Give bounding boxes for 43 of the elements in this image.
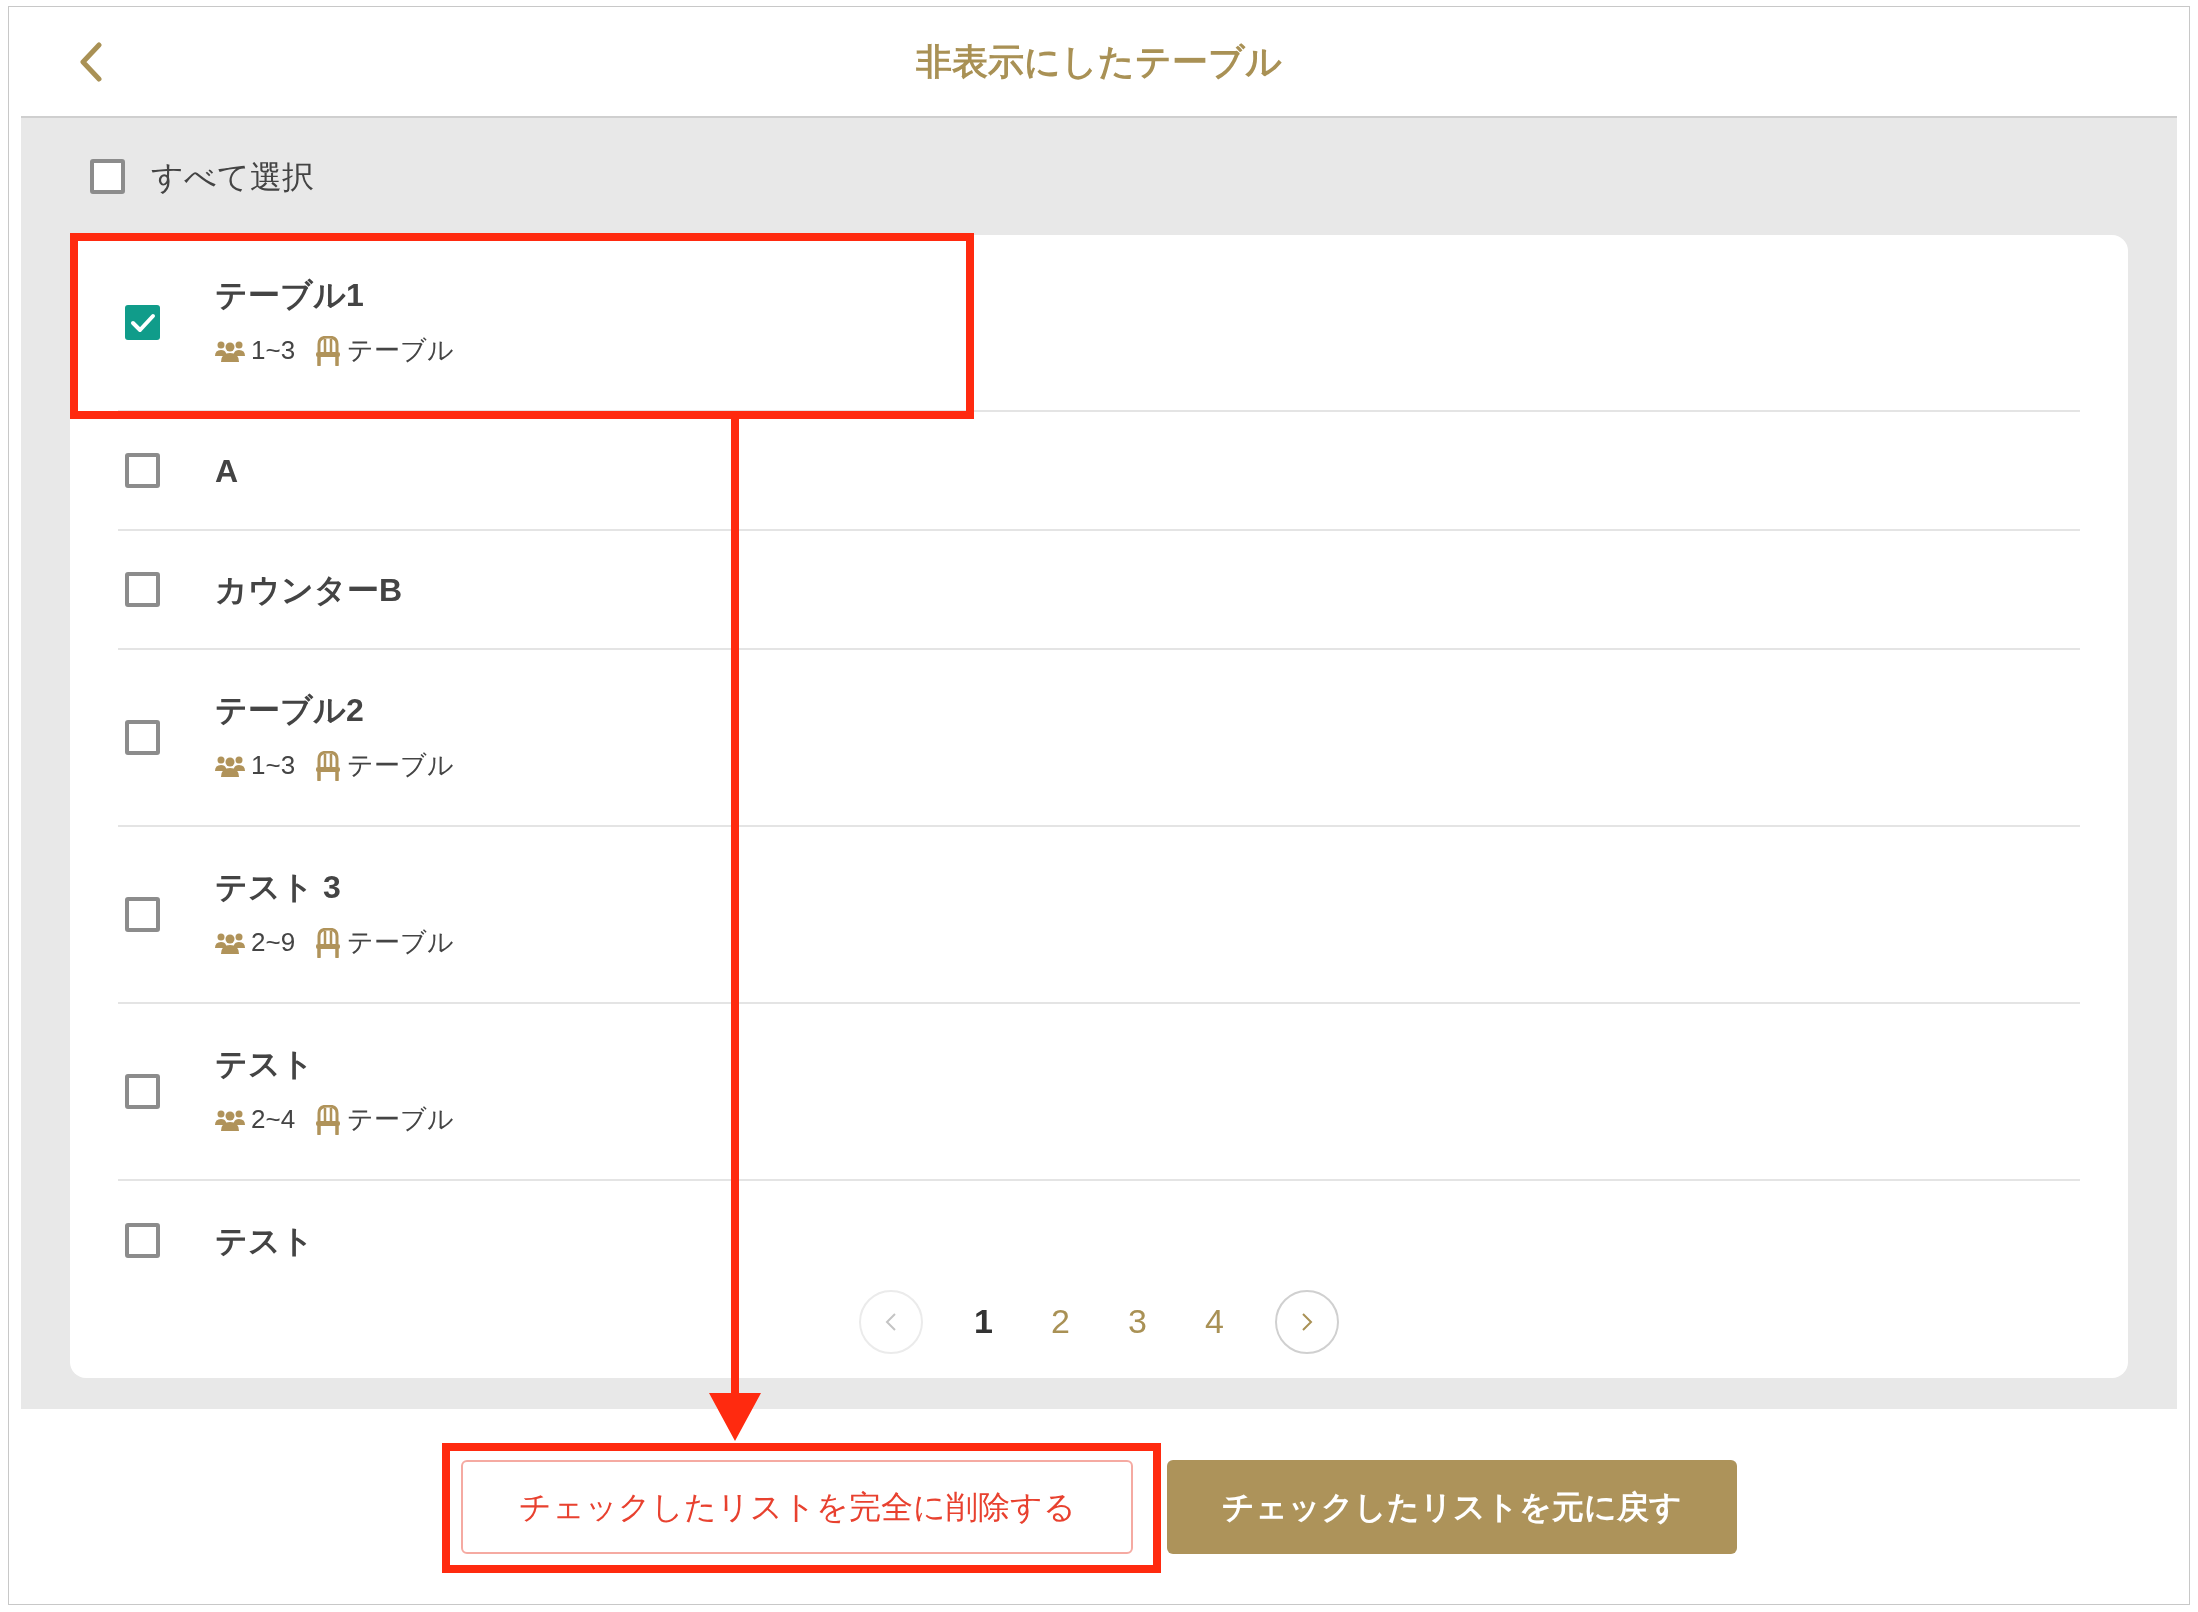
restore-button[interactable]: チェックしたリストを元に戻す	[1167, 1459, 1737, 1554]
chair-icon	[315, 1104, 342, 1135]
checkmark-icon	[129, 311, 156, 334]
checkbox[interactable]	[125, 897, 160, 932]
chair-icon	[315, 927, 342, 958]
capacity-text: 1~3	[251, 749, 296, 782]
chevron-right-icon	[1300, 1311, 1314, 1332]
people-icon	[215, 754, 245, 777]
page-title: 非表示にしたテーブル	[916, 39, 1282, 84]
page-number[interactable]: 3	[1119, 1296, 1156, 1347]
table-name: A	[215, 451, 239, 491]
page-number[interactable]: 1	[965, 1296, 1002, 1347]
table-type-text: テーブル	[347, 334, 455, 367]
people-icon	[215, 339, 245, 362]
checkbox[interactable]	[125, 1223, 160, 1258]
checkbox[interactable]	[125, 720, 160, 755]
people-icon	[215, 931, 245, 954]
checkbox[interactable]	[125, 453, 160, 488]
back-icon	[79, 42, 103, 82]
table-type-text: テーブル	[347, 749, 455, 782]
checkbox[interactable]	[125, 1074, 160, 1109]
table-name: カウンターB	[215, 570, 403, 610]
table-name: テスト	[215, 1221, 314, 1261]
checkbox[interactable]	[125, 305, 160, 340]
capacity-text: 1~3	[251, 334, 296, 367]
table-type-text: テーブル	[347, 926, 455, 959]
capacity-text: 2~9	[251, 926, 296, 959]
table-type-text: テーブル	[347, 1103, 455, 1136]
table-name: テーブル2	[215, 691, 365, 730]
page-number[interactable]: 2	[1042, 1296, 1079, 1347]
page-number[interactable]: 4	[1196, 1296, 1233, 1347]
select-all-label: すべて選択	[151, 157, 314, 197]
table-name: テスト 3	[215, 868, 342, 907]
capacity-text: 2~4	[251, 1103, 296, 1136]
chair-icon	[315, 335, 342, 366]
table-name: テスト	[215, 1045, 315, 1084]
checkbox[interactable]	[125, 572, 160, 607]
people-icon	[215, 1108, 245, 1131]
chair-icon	[315, 750, 342, 781]
delete-button[interactable]: チェックしたリストを完全に削除する	[461, 1459, 1133, 1554]
table-name: テーブル1	[215, 276, 365, 315]
checkbox[interactable]	[90, 159, 125, 194]
chevron-left-icon	[884, 1311, 898, 1332]
